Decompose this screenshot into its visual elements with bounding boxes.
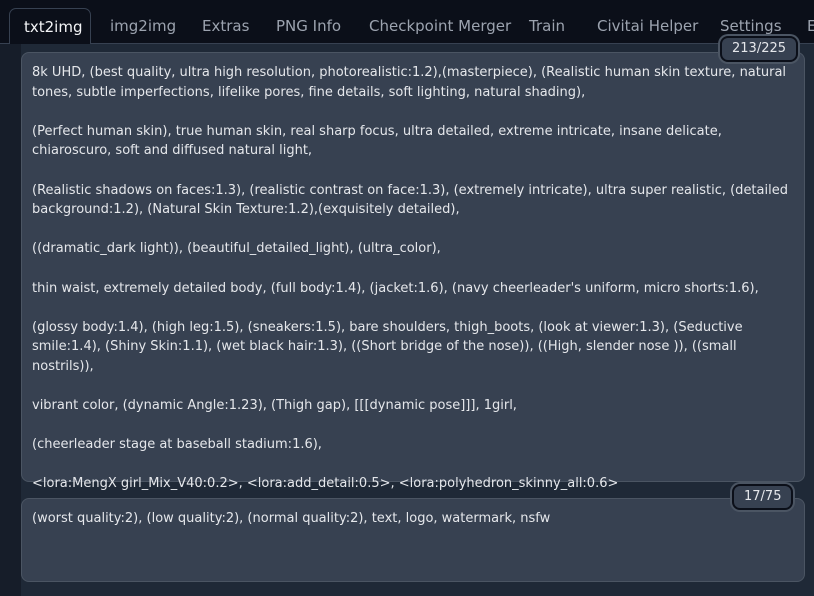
prompt-token-counter: 213/225 — [722, 38, 797, 60]
tab-png-info[interactable]: PNG Info — [276, 0, 341, 44]
tab-extras[interactable]: Extras — [202, 0, 249, 44]
prompt-textbox[interactable]: 8k UHD, (best quality, ultra high resolu… — [21, 52, 805, 491]
negative-prompt-text[interactable]: (worst quality:2), (low quality:2), (nor… — [32, 509, 790, 529]
negative-prompt-token-counter: 17/75 — [734, 486, 792, 508]
panel-left-strip — [0, 44, 21, 596]
tab-extensions[interactable]: E — [807, 0, 814, 44]
txt2img-panel: 8k UHD, (best quality, ultra high resolu… — [0, 44, 814, 596]
tab-train[interactable]: Train — [529, 0, 565, 44]
prompt-text[interactable]: 8k UHD, (best quality, ultra high resolu… — [32, 63, 790, 494]
tab-checkpoint-merger[interactable]: Checkpoint Merger — [369, 0, 511, 44]
negative-prompt-textbox[interactable]: (worst quality:2), (low quality:2), (nor… — [21, 498, 805, 582]
tab-txt2img[interactable]: txt2img — [9, 8, 91, 45]
tab-img2img[interactable]: img2img — [110, 0, 176, 44]
tab-civitai-helper[interactable]: Civitai Helper — [597, 0, 698, 44]
tab-bar: txt2img img2img Extras PNG Info Checkpoi… — [0, 0, 814, 45]
